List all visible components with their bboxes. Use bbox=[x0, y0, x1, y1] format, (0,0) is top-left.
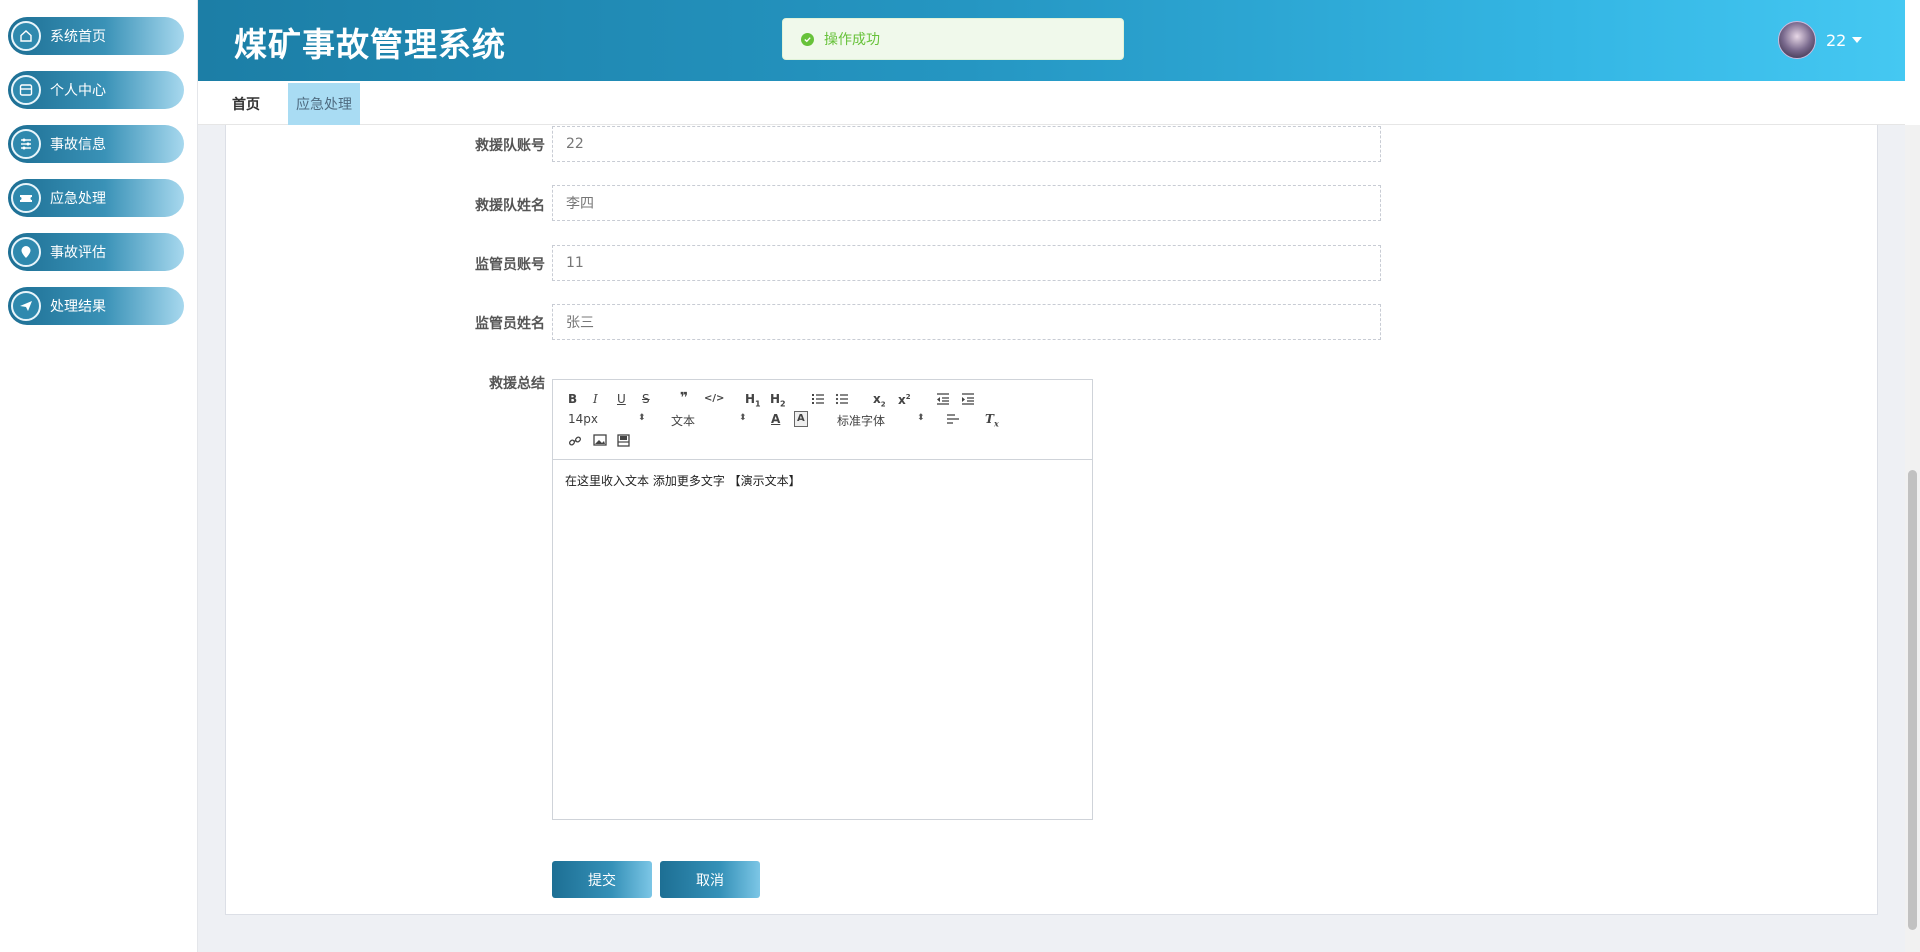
font-size-select[interactable]: 14px ⬍ bbox=[568, 412, 648, 426]
ordered-list-icon[interactable] bbox=[811, 392, 825, 409]
rescue-team-name-field[interactable] bbox=[552, 185, 1381, 221]
cancel-button[interactable]: 取消 bbox=[660, 861, 760, 898]
avatar[interactable] bbox=[1778, 21, 1816, 59]
sidebar-item-emergency[interactable]: 应急处理 bbox=[8, 179, 184, 217]
video-icon[interactable] bbox=[617, 434, 630, 450]
align-icon[interactable] bbox=[946, 413, 960, 428]
font-color-icon[interactable]: A bbox=[771, 412, 780, 426]
select-arrows-icon: ⬍ bbox=[638, 413, 646, 423]
underline-icon[interactable]: U bbox=[617, 392, 626, 406]
code-icon[interactable]: </> bbox=[704, 392, 724, 406]
bold-icon[interactable]: B bbox=[568, 392, 577, 406]
sidebar-item-label: 个人中心 bbox=[50, 83, 106, 99]
sidebar-item-assessment[interactable]: 事故评估 bbox=[8, 233, 184, 271]
tab-bar: 首页 应急处理 bbox=[198, 81, 1905, 125]
sidebar-item-profile[interactable]: 个人中心 bbox=[8, 71, 184, 109]
id-card-icon bbox=[11, 75, 41, 105]
rich-text-editor: B I U S ❞ </> H1 H2 x2 x2 14px ⬍ 文本 ⬍ A bbox=[552, 379, 1093, 820]
scrollbar-thumb[interactable] bbox=[1908, 470, 1917, 930]
editor-content[interactable]: 在这里收入文本 添加更多文字 【演示文本】 bbox=[553, 460, 1092, 501]
check-circle-icon bbox=[801, 32, 814, 46]
sidebar-item-label: 事故信息 bbox=[50, 137, 106, 153]
sliders-icon bbox=[11, 129, 41, 159]
sidebar-item-results[interactable]: 处理结果 bbox=[8, 287, 184, 325]
home-icon bbox=[11, 21, 41, 51]
font-family-value: 标准字体 bbox=[837, 414, 886, 428]
ticket-icon bbox=[11, 183, 41, 213]
location-pin-icon bbox=[11, 237, 41, 267]
caret-down-icon bbox=[1852, 37, 1863, 43]
rescue-summary-label: 救援总结 bbox=[489, 376, 545, 392]
supervisor-name-field[interactable] bbox=[552, 304, 1381, 340]
indent-icon[interactable] bbox=[961, 392, 975, 409]
background-color-icon[interactable]: A bbox=[794, 411, 808, 427]
select-arrows-icon: ⬍ bbox=[917, 413, 925, 423]
user-menu[interactable]: 22 bbox=[1778, 21, 1863, 59]
app-title: 煤矿事故管理系统 bbox=[234, 25, 506, 64]
bullet-list-icon[interactable] bbox=[835, 392, 849, 409]
submit-button[interactable]: 提交 bbox=[552, 861, 652, 898]
clear-format-icon[interactable]: Tx bbox=[985, 412, 999, 430]
heading1-icon[interactable]: H1 bbox=[745, 392, 761, 411]
heading2-icon[interactable]: H2 bbox=[770, 392, 786, 411]
font-family-select[interactable]: 标准字体 ⬍ bbox=[837, 412, 927, 429]
success-toast: 操作成功 bbox=[782, 18, 1124, 60]
supervisor-account-label: 监管员账号 bbox=[475, 257, 545, 273]
sidebar-item-label: 系统首页 bbox=[50, 29, 106, 45]
rescue-team-account-label: 救援队账号 bbox=[475, 138, 545, 154]
font-size-value: 14px bbox=[568, 412, 598, 426]
subscript-icon[interactable]: x2 bbox=[873, 392, 886, 411]
italic-icon[interactable]: I bbox=[593, 392, 598, 406]
sidebar-item-label: 处理结果 bbox=[50, 299, 106, 315]
header-select-value: 文本 bbox=[671, 414, 696, 428]
rescue-team-account-field[interactable] bbox=[552, 126, 1381, 162]
superscript-icon[interactable]: x2 bbox=[898, 390, 911, 407]
username: 22 bbox=[1826, 30, 1847, 50]
supervisor-account-field[interactable] bbox=[552, 245, 1381, 281]
tab-emergency[interactable]: 应急处理 bbox=[288, 83, 360, 125]
outdent-icon[interactable] bbox=[936, 392, 950, 409]
sidebar-item-label: 事故评估 bbox=[50, 245, 106, 261]
tab-home[interactable]: 首页 bbox=[218, 83, 274, 125]
image-icon[interactable] bbox=[593, 434, 607, 449]
sidebar-item-label: 应急处理 bbox=[50, 191, 106, 207]
link-icon[interactable] bbox=[568, 434, 582, 451]
sidebar: 系统首页 个人中心 事故信息 应急处理 事故评估 处理结果 bbox=[0, 0, 198, 952]
rescue-team-name-label: 救援队姓名 bbox=[475, 198, 545, 214]
select-arrows-icon: ⬍ bbox=[739, 413, 747, 423]
top-header: 煤矿事故管理系统 操作成功 22 bbox=[198, 0, 1905, 81]
toast-message: 操作成功 bbox=[824, 32, 880, 48]
supervisor-name-label: 监管员姓名 bbox=[475, 316, 545, 332]
blockquote-icon[interactable]: ❞ bbox=[680, 391, 688, 405]
send-icon bbox=[11, 291, 41, 321]
header-select[interactable]: 文本 ⬍ bbox=[671, 412, 751, 429]
strike-icon[interactable]: S bbox=[642, 392, 650, 406]
sidebar-item-home[interactable]: 系统首页 bbox=[8, 17, 184, 55]
editor-toolbar: B I U S ❞ </> H1 H2 x2 x2 14px ⬍ 文本 ⬍ A bbox=[553, 380, 1092, 460]
sidebar-item-accident-info[interactable]: 事故信息 bbox=[8, 125, 184, 163]
